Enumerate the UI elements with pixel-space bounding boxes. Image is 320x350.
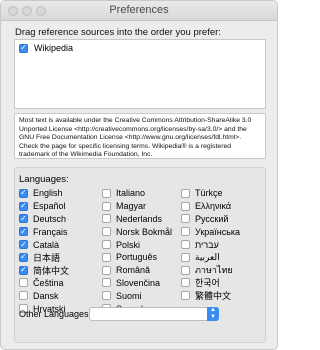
language-label: 繁體中文 [195,291,232,302]
language-option[interactable]: ✓ 日本語 [19,251,69,264]
languages-title: Languages: [19,174,69,185]
language-label: 简体中文 [33,265,70,276]
preferences-window: Preferences Drag reference sources into … [0,0,278,350]
language-checkbox[interactable] [181,214,190,224]
languages-column-2: Italiano Magyar Nederlands Norsk Bokmål Pols… [102,187,172,315]
language-label: Suomi [116,290,142,301]
language-checkbox[interactable] [102,265,111,275]
license-text: Most text is available under the Creativ… [14,113,266,159]
source-item-wikipedia[interactable]: ✓ Wikipedia [19,42,73,54]
language-label: 日本語 [33,252,61,263]
language-checkbox[interactable] [102,291,111,301]
language-checkbox[interactable] [102,188,111,198]
language-label: Čeština [33,277,64,288]
language-label: Русский [195,213,229,224]
language-label: Magyar [116,201,147,212]
language-checkbox[interactable]: ✓ [19,201,28,211]
language-option[interactable]: Norsk Bokmål [102,225,172,238]
language-label: Norsk Bokmål [116,226,173,237]
language-checkbox[interactable] [102,252,111,262]
language-option[interactable]: עברית [181,238,240,251]
language-label: العربية [195,251,220,262]
language-checkbox[interactable] [181,188,190,198]
language-option[interactable]: ✓ English [19,187,69,200]
language-checkbox[interactable]: ✓ [19,252,28,262]
language-checkbox[interactable] [102,201,111,211]
language-checkbox[interactable]: ✓ [19,188,28,198]
language-checkbox[interactable] [102,214,111,224]
language-option[interactable]: Русский [181,213,240,226]
language-option[interactable]: Italiano [102,187,172,200]
language-checkbox[interactable] [102,240,111,250]
language-option[interactable]: ✓ Français [19,225,69,238]
language-checkbox[interactable]: ✓ [19,227,28,237]
language-option[interactable]: Polski [102,238,172,251]
language-option[interactable]: ✓ Español [19,200,69,213]
other-languages-label: Other Languages: [19,309,92,319]
other-languages-select[interactable]: ▲ ▼ [89,307,219,321]
languages-column-1: ✓ English ✓ Español ✓ Deutsch ✓ Français ✓ Català… [19,187,69,315]
language-checkbox[interactable]: ✓ [19,214,28,224]
language-option[interactable]: Slovenčina [102,277,172,290]
language-label: עברית [195,239,219,250]
languages-column-3: Türkçe Ελληνικά Русский Українська עברית العر… [181,187,240,302]
language-checkbox[interactable]: ✓ [19,240,28,250]
language-label: Deutsch [33,213,67,224]
language-option[interactable]: العربية [181,251,240,264]
language-label: Español [33,201,66,212]
language-label: Română [116,265,151,276]
language-label: Dansk [33,290,59,301]
language-label: Português [116,252,158,263]
sources-instruction: Drag reference sources into the order yo… [15,27,221,38]
reference-sources-list[interactable]: ✓ Wikipedia [14,39,266,109]
window-title: Preferences [109,4,169,16]
language-label: English [33,188,63,199]
language-option[interactable]: Čeština [19,277,69,290]
language-option[interactable]: Українська [181,225,240,238]
language-option[interactable]: ✓ 简体中文 [19,264,69,277]
language-label: Nederlands [116,213,163,224]
language-label: ภาษาไทย [195,265,233,276]
language-option[interactable]: Suomi [102,289,172,302]
language-option[interactable]: Português [102,251,172,264]
source-checkbox-wikipedia[interactable]: ✓ [19,43,28,53]
language-label: Français [33,226,68,237]
language-option[interactable]: ภาษาไทย [181,264,240,277]
title-bar[interactable]: Preferences [1,1,277,21]
language-label: Українська [195,226,241,237]
language-checkbox[interactable] [181,278,190,288]
language-checkbox[interactable] [19,291,28,301]
language-label: Italiano [116,188,146,199]
language-checkbox[interactable] [181,227,190,237]
language-option[interactable]: Türkçe [181,187,240,200]
language-label: Slovenčina [116,277,161,288]
language-option[interactable]: ✓ Deutsch [19,213,69,226]
language-checkbox[interactable] [102,227,111,237]
language-checkbox[interactable]: ✓ [19,265,28,275]
language-checkbox[interactable] [181,291,190,301]
language-label: 한국어 [195,278,220,289]
language-option[interactable]: Nederlands [102,213,172,226]
language-checkbox[interactable] [102,278,111,288]
language-checkbox[interactable] [19,278,28,288]
language-option[interactable]: Magyar [102,200,172,213]
language-option[interactable]: 한국어 [181,277,240,290]
language-option[interactable]: Română [102,264,172,277]
language-checkbox[interactable] [181,240,190,250]
language-option[interactable]: ✓ Català [19,238,69,251]
language-option[interactable]: Dansk [19,289,69,302]
language-checkbox[interactable] [181,201,190,211]
language-label: Ελληνικά [195,201,232,212]
chevron-up-down-icon: ▲ ▼ [207,307,219,321]
source-item-label: Wikipedia [34,43,74,53]
language-label: Polski [116,239,141,250]
language-option[interactable]: 繁體中文 [181,289,240,302]
language-label: Català [33,239,60,250]
language-option[interactable]: Ελληνικά [181,200,240,213]
language-checkbox[interactable] [181,265,190,275]
language-label: Türkçe [195,188,223,199]
language-checkbox[interactable] [181,252,190,262]
